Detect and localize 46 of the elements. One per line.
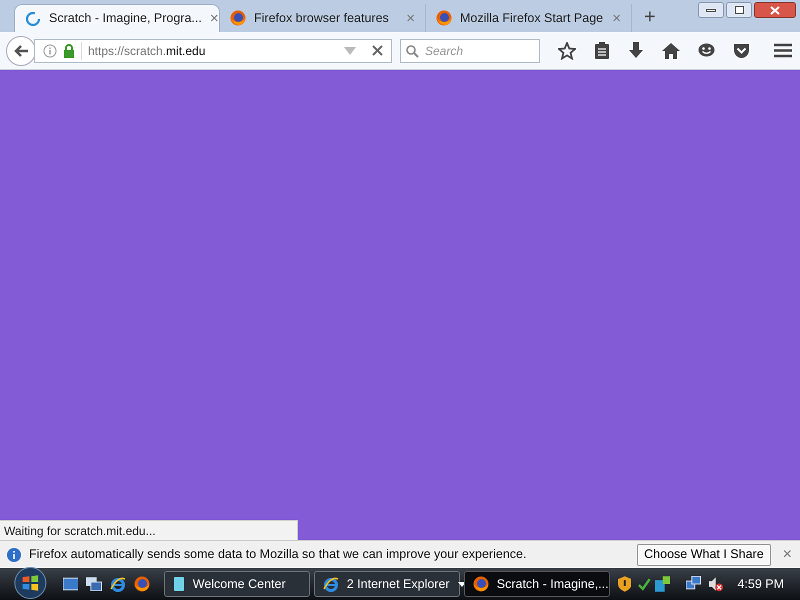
tab-title: Scratch - Imagine, Progra... [49, 10, 202, 28]
restore-button[interactable] [726, 2, 752, 18]
status-text: Waiting for scratch.mit.edu... [4, 522, 156, 540]
info-icon[interactable] [43, 44, 57, 58]
clock[interactable]: 4:59 PM [737, 574, 784, 594]
notification-message: Firefox automatically sends some data to Mozilla so that we can improve your experience. [29, 546, 528, 564]
download-icon[interactable] [628, 42, 644, 59]
back-button[interactable] [6, 36, 36, 66]
home-icon[interactable] [662, 42, 680, 58]
network-icon[interactable] [686, 576, 702, 592]
checkmark-icon[interactable] [637, 576, 651, 592]
grid-icon[interactable] [654, 576, 670, 592]
browser-e-icon [322, 576, 339, 592]
browser-tab[interactable]: Scratch - Imagine, Progra... × [14, 4, 220, 32]
info-icon [7, 548, 21, 562]
url-text: https://scratch.mit.edu [81, 42, 338, 60]
firefox-icon [134, 576, 150, 592]
back-arrow-icon [13, 44, 29, 58]
lock-icon[interactable] [63, 44, 75, 58]
pocket-icon[interactable] [733, 42, 750, 58]
taskbar-button[interactable]: Welcome Center [164, 571, 310, 597]
firefox-icon [472, 576, 489, 592]
search-field[interactable]: Search [400, 38, 540, 62]
search-icon [406, 44, 419, 58]
taskbar-button[interactable]: Scratch - Imagine,... [464, 571, 610, 597]
close-notification-button[interactable]: × [782, 546, 792, 562]
star-icon[interactable] [558, 42, 576, 60]
new-tab-button[interactable]: + [644, 7, 656, 27]
tab-title: Firefox browser features [254, 10, 390, 27]
choose-what-i-share-button[interactable]: Choose What I Share [637, 544, 771, 566]
clipboard-icon[interactable] [594, 42, 610, 59]
close-icon [770, 6, 780, 14]
menu-icon[interactable] [774, 43, 792, 58]
close-window-button[interactable] [754, 2, 796, 18]
document-icon [172, 576, 185, 592]
minimize-button[interactable] [698, 2, 724, 18]
address-bar[interactable]: https://scratch.mit.edu [34, 38, 392, 62]
tab-title: Mozilla Firefox Start Page [460, 10, 604, 27]
windows-icon[interactable] [86, 577, 102, 591]
shield-icon[interactable] [618, 576, 632, 592]
close-tab-button[interactable]: × [210, 11, 219, 26]
desktop-icon[interactable] [62, 577, 78, 591]
stop-icon[interactable] [372, 45, 383, 56]
browser-e-icon [110, 576, 126, 592]
muted-speaker-icon[interactable] [708, 576, 724, 592]
smiley-icon[interactable] [698, 43, 715, 58]
